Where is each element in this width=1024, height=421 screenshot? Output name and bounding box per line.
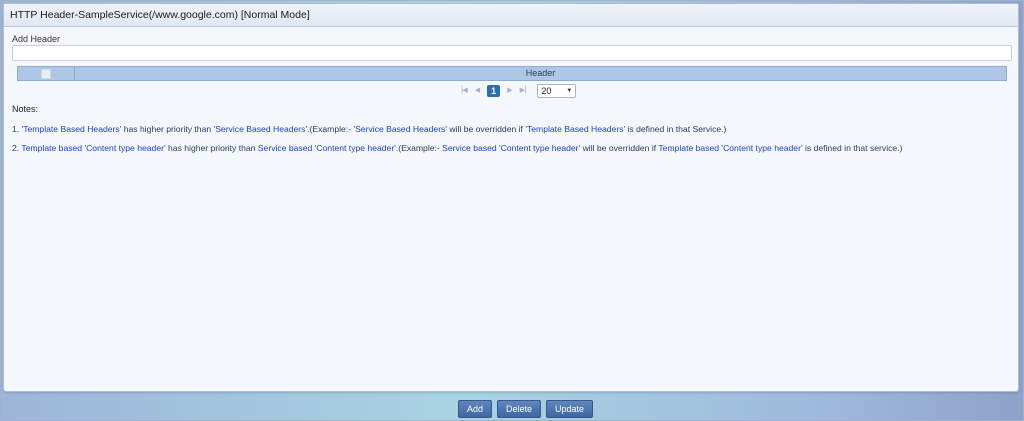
add-header-input[interactable] [12, 45, 1012, 61]
note-highlight: 'Service Based Headers' [213, 124, 308, 134]
header-grid-header: Header [17, 66, 1007, 81]
note-highlight: Service based 'Content type header' [257, 143, 396, 153]
note-highlight: 'Service Based Headers' [353, 124, 447, 134]
add-header-label: Add Header [12, 34, 61, 44]
select-all-cell [18, 67, 75, 80]
note-prefix: 2. [12, 143, 22, 153]
note-text: is defined in that Service.) [625, 124, 727, 134]
note-highlight: Service based 'Content type header' [442, 143, 581, 153]
notes-label: Notes: [12, 104, 39, 114]
update-button[interactable]: Update [546, 400, 594, 418]
next-page-icon[interactable]: ▶ [507, 84, 512, 98]
chevron-down-icon: ▼ [566, 88, 573, 94]
add-button[interactable]: Add [458, 400, 493, 418]
action-buttons: Add Delete Update [458, 400, 594, 418]
dialog-window: HTTP Header-SampleService(/www.google.co… [0, 0, 1024, 421]
window-title: HTTP Header-SampleService(/www.google.co… [4, 4, 1018, 27]
note-highlight: 'Template Based Headers' [525, 124, 626, 134]
page-size-value: 20 [541, 86, 552, 96]
note-text: will be overridden if [580, 143, 659, 153]
main-panel: HTTP Header-SampleService(/www.google.co… [3, 3, 1019, 392]
select-all-checkbox[interactable] [41, 68, 51, 79]
note-item: 2. Template based 'Content type header' … [12, 143, 902, 153]
delete-button[interactable]: Delete [497, 400, 542, 418]
note-text: .(Example:- [307, 124, 354, 134]
page-size-select[interactable]: 20 ▼ [537, 84, 577, 98]
note-prefix: 1. [12, 124, 22, 134]
note-text: has higher priority than [165, 143, 258, 153]
note-item: 1. 'Template Based Headers' has higher p… [12, 124, 726, 134]
note-text: has higher priority than [121, 124, 214, 134]
first-page-icon[interactable]: ▕◀ [457, 84, 468, 98]
prev-page-icon[interactable]: ◀ [475, 84, 480, 98]
note-highlight: Template based 'Content type header' [21, 143, 166, 153]
note-text: is defined in that service.) [802, 143, 903, 153]
note-text: will be overridden if [447, 124, 526, 134]
note-highlight: Template based 'Content type header' [658, 143, 803, 153]
last-page-icon[interactable]: ▶▏ [520, 84, 531, 98]
pager: ▕◀ ◀ 1 ▶ ▶▏ 20 ▼ [457, 84, 577, 98]
note-highlight: 'Template Based Headers' [21, 124, 122, 134]
column-header-header[interactable]: Header [75, 67, 1006, 80]
current-page[interactable]: 1 [487, 85, 501, 97]
note-text: .(Example:- [395, 143, 443, 153]
